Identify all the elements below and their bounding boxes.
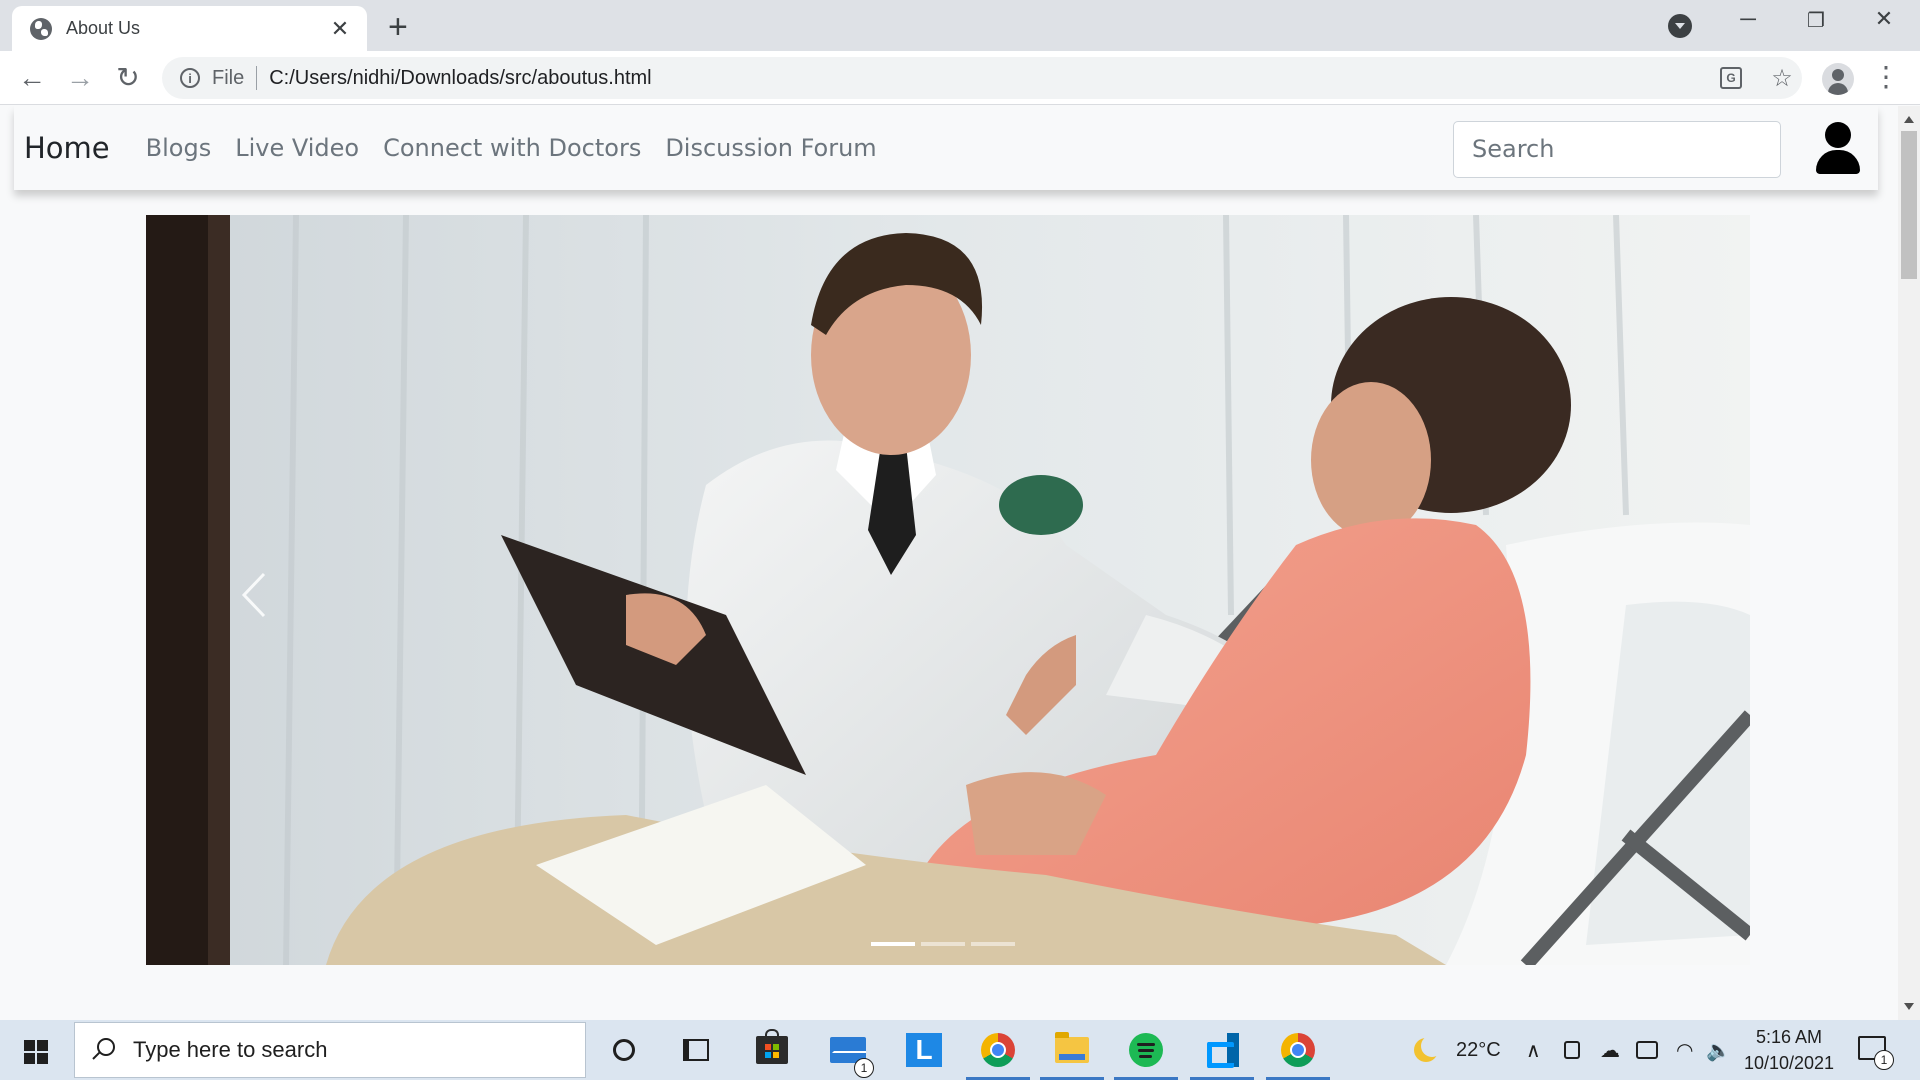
scroll-up-arrow-icon[interactable] [1904,116,1914,123]
search-icon [91,1038,115,1062]
taskbar-clock[interactable]: 5:16 AM 10/10/2021 [1734,1024,1844,1076]
user-account-icon[interactable] [1814,122,1862,174]
restore-window-button[interactable]: ❐ [1796,8,1836,33]
spotify-icon[interactable] [1114,1030,1178,1080]
browser-toolbar: ← → ↻ i File C:/Users/nidhi/Downloads/sr… [0,51,1920,105]
carousel-indicator-3[interactable] [971,942,1015,946]
nav-link-discussion-forum[interactable]: Discussion Forum [665,134,876,162]
task-view-icon[interactable] [676,1030,716,1070]
translate-icon[interactable]: G [1720,67,1742,89]
info-icon[interactable]: i [180,68,200,88]
carousel-prev-icon[interactable] [236,570,276,620]
l-app-icon[interactable]: L [904,1030,944,1070]
browser-tab-active[interactable]: About Us ✕ [12,6,367,51]
taskbar-search-box[interactable]: Type here to search [74,1022,586,1078]
tab-search-icon[interactable] [1668,14,1692,38]
site-navbar: Home Blogs Live Video Connect with Docto… [14,106,1878,190]
weather-widget[interactable]: 22°C [1414,1020,1501,1080]
onedrive-icon[interactable]: ☁ [1600,1020,1620,1080]
cortana-icon[interactable] [604,1030,644,1070]
taskbar-search-placeholder: Type here to search [133,1037,328,1062]
clock-time: 5:16 AM [1755,1027,1823,1047]
notification-badge: 1 [1874,1050,1894,1070]
mail-icon[interactable]: 1 [828,1030,874,1078]
battery-icon[interactable] [1636,1020,1658,1080]
carousel-slide-image [146,215,1750,965]
clock-date: 10/10/2021 [1743,1053,1835,1073]
tray-device-icon[interactable] [1564,1020,1580,1080]
address-url[interactable]: C:/Users/nidhi/Downloads/src/aboutus.htm… [269,67,1720,90]
windows-start-icon[interactable] [24,1040,48,1064]
profile-avatar-icon[interactable] [1822,63,1854,95]
image-carousel [146,215,1750,965]
windows-taskbar: Type here to search 1 L 22°C ∧ ☁ ◠ 🔈 5:1… [0,1020,1920,1080]
nav-link-live-video[interactable]: Live Video [235,134,359,162]
close-window-button[interactable]: ✕ [1864,6,1904,32]
microsoft-store-icon[interactable] [752,1029,792,1070]
address-bar[interactable]: i File C:/Users/nidhi/Downloads/src/abou… [162,57,1802,99]
nav-link-blogs[interactable]: Blogs [146,134,212,162]
volume-icon[interactable]: 🔈 [1706,1020,1731,1080]
bookmark-star-icon[interactable]: ☆ [1762,64,1802,93]
page-viewport: Home Blogs Live Video Connect with Docto… [0,106,1898,1020]
carousel-indicator-2[interactable] [921,942,965,946]
browser-menu-icon[interactable]: ⋮ [1872,63,1900,91]
vscode-icon[interactable] [1190,1030,1254,1080]
browser-tab-strip: About Us ✕ + ─ ❐ ✕ [0,0,1920,51]
nav-brand-home[interactable]: Home [24,131,110,165]
carousel-indicators [871,942,1015,946]
scroll-down-arrow-icon[interactable] [1904,1003,1914,1010]
minimize-window-button[interactable]: ─ [1728,6,1768,32]
new-tab-button[interactable]: + [388,8,408,47]
file-explorer-icon[interactable] [1040,1030,1104,1080]
site-search-input[interactable]: Search [1453,121,1781,178]
moon-icon [1414,1035,1443,1062]
address-scheme-label: File [212,66,258,90]
forward-button[interactable]: → [62,61,98,95]
carousel-indicator-1[interactable] [871,942,915,946]
reload-button[interactable]: ↻ [110,61,146,95]
mail-badge: 1 [854,1058,874,1078]
page-scrollbar[interactable] [1898,106,1920,1020]
chrome-icon[interactable] [1266,1030,1330,1080]
scroll-thumb[interactable] [1901,131,1917,279]
back-button[interactable]: ← [14,61,50,95]
globe-icon [30,17,52,40]
wifi-icon[interactable]: ◠ [1676,1020,1693,1080]
tab-title: About Us [66,18,141,38]
chrome-profile-icon[interactable] [966,1030,1030,1080]
notification-center-icon[interactable]: 1 [1858,1036,1894,1070]
weather-temperature: 22°C [1456,1038,1501,1061]
tray-overflow-icon[interactable]: ∧ [1526,1020,1541,1080]
nav-link-connect-with-doctors[interactable]: Connect with Doctors [383,134,641,162]
close-tab-icon[interactable]: ✕ [325,16,355,42]
